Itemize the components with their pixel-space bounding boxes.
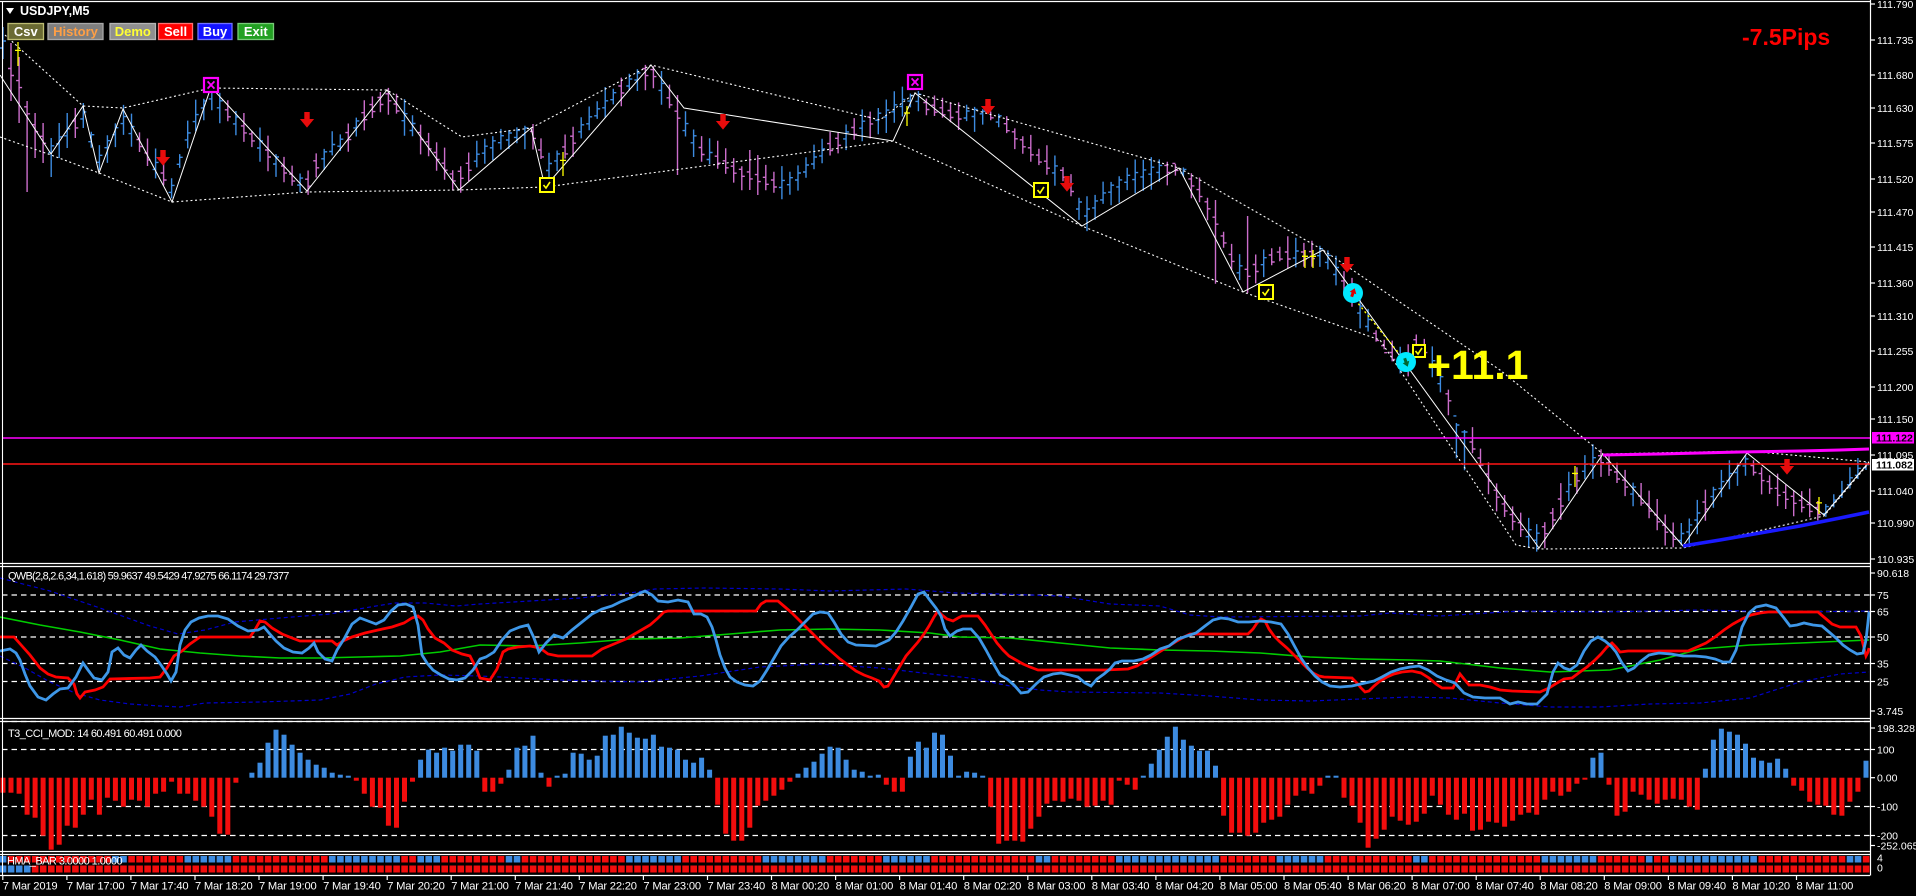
svg-text:111.122: 111.122 (1876, 433, 1913, 445)
svg-text:8 Mar 09:00: 8 Mar 09:00 (1604, 881, 1662, 893)
svg-text:8 Mar 11:00: 8 Mar 11:00 (1797, 881, 1854, 893)
svg-text:8 Mar 05:40: 8 Mar 05:40 (1284, 881, 1342, 893)
svg-text:0.00: 0.00 (1877, 773, 1898, 785)
svg-text:Buy: Buy (203, 24, 228, 39)
svg-text:+11.1: +11.1 (1427, 342, 1528, 388)
svg-text:7 Mar 23:00: 7 Mar 23:00 (643, 881, 701, 893)
svg-text:-7.5Pips: -7.5Pips (1742, 24, 1830, 50)
svg-text:75: 75 (1877, 590, 1889, 602)
svg-text:8 Mar 00:20: 8 Mar 00:20 (772, 881, 830, 893)
svg-text:7 Mar 2019: 7 Mar 2019 (3, 881, 58, 893)
svg-text:111.082: 111.082 (1876, 460, 1913, 472)
svg-text:8 Mar 06:20: 8 Mar 06:20 (1348, 881, 1406, 893)
svg-text:110.990: 110.990 (1877, 518, 1914, 530)
svg-text:8 Mar 01:40: 8 Mar 01:40 (900, 881, 958, 893)
svg-text:7 Mar 17:40: 7 Mar 17:40 (131, 881, 189, 893)
svg-text:111.415: 111.415 (1877, 242, 1914, 254)
svg-text:7 Mar 19:40: 7 Mar 19:40 (323, 881, 381, 893)
svg-text:8 Mar 05:00: 8 Mar 05:00 (1220, 881, 1278, 893)
svg-text:111.200: 111.200 (1877, 382, 1914, 394)
svg-text:111.575: 111.575 (1877, 138, 1914, 150)
svg-text:7 Mar 21:40: 7 Mar 21:40 (515, 881, 573, 893)
svg-text:History: History (53, 24, 99, 39)
svg-text:7 Mar 18:20: 7 Mar 18:20 (195, 881, 253, 893)
svg-text:T3_CCI_MOD: 14 60.491 60.491 0: T3_CCI_MOD: 14 60.491 60.491 0.000 (8, 728, 182, 740)
svg-text:Csv: Csv (14, 24, 39, 39)
svg-text:111.735: 111.735 (1877, 35, 1914, 47)
svg-text:3.745: 3.745 (1877, 706, 1903, 718)
svg-text:90.618: 90.618 (1877, 568, 1909, 580)
svg-text:8 Mar 09:40: 8 Mar 09:40 (1668, 881, 1726, 893)
svg-text:111.040: 111.040 (1877, 486, 1914, 498)
svg-text:8 Mar 10:20: 8 Mar 10:20 (1732, 881, 1790, 893)
svg-text:USDJPY,M5: USDJPY,M5 (20, 4, 90, 18)
svg-text:QWB(2,8,2.6,34,1.618) 59.9637: QWB(2,8,2.6,34,1.618) 59.9637 49.5429 47… (8, 571, 289, 583)
svg-text:111.790: 111.790 (1877, 0, 1914, 11)
svg-text:7 Mar 21:00: 7 Mar 21:00 (451, 881, 509, 893)
svg-text:111.310: 111.310 (1877, 311, 1914, 323)
svg-text:110.935: 110.935 (1877, 554, 1914, 566)
svg-text:0: 0 (1877, 863, 1883, 875)
svg-text:8 Mar 03:00: 8 Mar 03:00 (1028, 881, 1086, 893)
svg-text:198.328: 198.328 (1877, 723, 1915, 735)
svg-text:8 Mar 03:40: 8 Mar 03:40 (1092, 881, 1150, 893)
svg-text:25: 25 (1877, 676, 1889, 688)
svg-text:8 Mar 01:00: 8 Mar 01:00 (836, 881, 894, 893)
svg-text:7 Mar 17:00: 7 Mar 17:00 (67, 881, 125, 893)
svg-text:8 Mar 08:20: 8 Mar 08:20 (1540, 881, 1598, 893)
svg-text:35: 35 (1877, 658, 1889, 670)
svg-text:Sell: Sell (164, 24, 187, 39)
svg-text:111.520: 111.520 (1877, 174, 1914, 186)
svg-text:8 Mar 02:20: 8 Mar 02:20 (964, 881, 1022, 893)
svg-text:111.150: 111.150 (1877, 414, 1914, 426)
svg-text:8 Mar 07:40: 8 Mar 07:40 (1476, 881, 1534, 893)
svg-text:100: 100 (1877, 744, 1895, 756)
svg-text:111.680: 111.680 (1877, 70, 1914, 82)
svg-text:8 Mar 07:00: 8 Mar 07:00 (1412, 881, 1470, 893)
svg-text:111.630: 111.630 (1877, 103, 1914, 115)
svg-text:7 Mar 22:20: 7 Mar 22:20 (579, 881, 637, 893)
svg-text:111.470: 111.470 (1877, 207, 1914, 219)
svg-text:Demo: Demo (115, 24, 151, 39)
svg-text:8 Mar 04:20: 8 Mar 04:20 (1156, 881, 1214, 893)
svg-text:-100: -100 (1877, 801, 1898, 813)
svg-text:HMA_BAR 3.0000 1.0000: HMA_BAR 3.0000 1.0000 (7, 856, 122, 868)
svg-text:111.360: 111.360 (1877, 278, 1914, 290)
svg-text:Exit: Exit (244, 24, 269, 39)
svg-text:7 Mar 19:00: 7 Mar 19:00 (259, 881, 317, 893)
svg-text:-252.065: -252.065 (1877, 840, 1916, 852)
svg-text:50: 50 (1877, 632, 1889, 644)
svg-text:7 Mar 20:20: 7 Mar 20:20 (387, 881, 445, 893)
svg-text:65: 65 (1877, 606, 1889, 618)
svg-text:111.255: 111.255 (1877, 346, 1914, 358)
svg-text:7 Mar 23:40: 7 Mar 23:40 (708, 881, 766, 893)
